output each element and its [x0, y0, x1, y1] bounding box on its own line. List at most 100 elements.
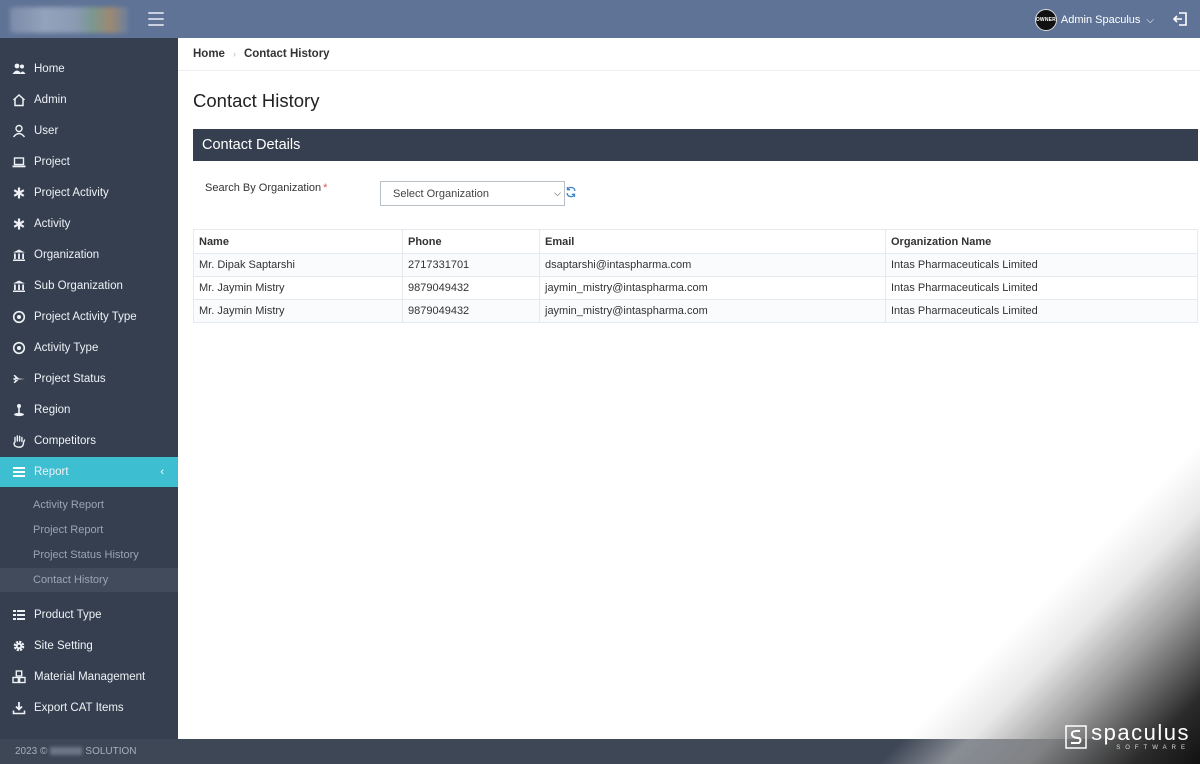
column-header-phone[interactable]: Phone	[402, 229, 540, 254]
home-icon	[12, 93, 26, 106]
main-content: Home › Contact History Contact History C…	[178, 38, 1200, 739]
cell-organization: Intas Pharmaceuticals Limited	[885, 253, 1198, 277]
sidebar-item-project-activity[interactable]: Project Activity	[0, 177, 178, 208]
redacted-company-name	[50, 747, 83, 756]
sidebar-item-label: Site Setting	[34, 639, 93, 652]
sidebar-item-activity-type[interactable]: Activity Type	[0, 332, 178, 363]
organization-select-value: Select Organization	[393, 187, 489, 200]
sidebar-item-project-activity-type[interactable]: Project Activity Type	[0, 301, 178, 332]
organization-select[interactable]: Select Organization ⌵	[380, 181, 565, 206]
sidebar-item-label: Sub Organization	[34, 279, 123, 292]
sidebar-item-label: Admin	[34, 93, 67, 106]
spaculus-logo-icon	[1065, 725, 1087, 749]
search-label: Search By Organization *	[205, 182, 327, 194]
cell-email: jaymin_mistry@intaspharma.com	[539, 299, 886, 323]
sidebar-item-competitors[interactable]: Competitors	[0, 425, 178, 456]
breadcrumb-current: Contact History	[243, 48, 330, 60]
bank-icon	[13, 249, 25, 261]
sidebar-item-export-cat-items[interactable]: Export CAT Items	[0, 692, 178, 723]
plane-icon	[13, 374, 25, 383]
page-title: Contact History	[193, 90, 320, 111]
breadcrumb: Home › Contact History	[178, 38, 1200, 71]
refresh-icon[interactable]	[565, 186, 577, 198]
users-icon	[12, 63, 26, 74]
panel-title: Contact Details	[202, 137, 301, 153]
cell-email: dsaptarshi@intaspharma.com	[539, 253, 886, 277]
breadcrumb-home-link[interactable]: Home	[193, 48, 225, 60]
list-alt-icon	[13, 609, 25, 620]
sidebar-item-sub-organization[interactable]: Sub Organization	[0, 270, 178, 301]
sidebar-item-label: Material Management	[34, 670, 146, 683]
dot-circle-icon	[12, 341, 26, 354]
sidebar: Home Admin User Project Project Activity…	[0, 38, 178, 739]
avatar: OWNER	[1034, 9, 1057, 31]
hand-icon	[13, 434, 26, 448]
user-icon	[12, 124, 26, 137]
sidebar-item-label: Project	[34, 155, 70, 168]
sidebar-item-region[interactable]: Region	[0, 394, 178, 425]
sidebar-item-label: Region	[34, 403, 71, 416]
footer: 2023 © SOLUTION	[0, 739, 1200, 764]
sidebar-subitem-contact-history[interactable]: Contact History	[0, 568, 178, 592]
cell-name: Mr. Jaymin Mistry	[193, 276, 403, 300]
asterisk-icon	[13, 187, 25, 198]
sidebar-subitem-project-report[interactable]: Project Report	[0, 518, 178, 542]
sidebar-item-label: Organization	[34, 248, 100, 261]
cell-email: jaymin_mistry@intaspharma.com	[539, 276, 886, 300]
table-row: Mr. Jaymin Mistry 9879049432 jaymin_mist…	[193, 299, 1198, 323]
panel-header: Contact Details	[193, 129, 1198, 161]
cubes-icon	[12, 669, 26, 683]
contact-table: Name Phone Email Organization Name Mr. D…	[193, 229, 1198, 323]
column-header-name[interactable]: Name	[193, 229, 403, 254]
download-icon	[12, 701, 26, 714]
sidebar-item-site-setting[interactable]: Site Setting	[0, 630, 178, 661]
sidebar-item-label: Home	[34, 62, 65, 75]
watermark-name: spaculus	[1091, 720, 1190, 745]
dot-circle-icon	[12, 310, 26, 323]
footer-copyright: 2023 © SOLUTION	[15, 746, 137, 757]
user-menu[interactable]: OWNER Admin Spaculus ⌵	[1034, 9, 1154, 31]
laptop-icon	[12, 156, 26, 167]
sidebar-item-organization[interactable]: Organization	[0, 239, 178, 270]
sidebar-item-project[interactable]: Project	[0, 146, 178, 177]
list-icon	[13, 467, 25, 477]
column-header-organization-name[interactable]: Organization Name	[885, 229, 1198, 254]
company-logo[interactable]	[10, 7, 128, 33]
menu-toggle-icon[interactable]	[148, 12, 164, 26]
bank-icon	[13, 280, 25, 292]
sidebar-item-admin[interactable]: Admin	[0, 84, 178, 115]
chevron-down-icon: ⌵	[1146, 14, 1154, 26]
region-icon	[14, 403, 24, 416]
sidebar-item-label: Project Status	[34, 372, 106, 385]
search-label-text: Search By Organization	[205, 182, 322, 194]
top-bar: OWNER Admin Spaculus ⌵	[0, 0, 1200, 38]
sidebar-item-report[interactable]: Report ‹	[0, 457, 178, 487]
sidebar-item-activity[interactable]: Activity	[0, 208, 178, 239]
table-row: Mr. Jaymin Mistry 9879049432 jaymin_mist…	[193, 276, 1198, 300]
watermark-sub: SOFTWARE	[1116, 745, 1190, 751]
cell-name: Mr. Dipak Saptarshi	[193, 253, 403, 277]
logout-icon[interactable]	[1172, 10, 1190, 28]
sidebar-subitem-activity-report[interactable]: Activity Report	[0, 493, 178, 517]
sidebar-item-user[interactable]: User	[0, 115, 178, 146]
sidebar-item-material-management[interactable]: Material Management	[0, 661, 178, 692]
sidebar-item-home[interactable]: Home	[0, 53, 178, 84]
sidebar-subitem-project-status-history[interactable]: Project Status History	[0, 543, 178, 567]
column-header-email[interactable]: Email	[539, 229, 886, 254]
sidebar-item-label: Activity	[34, 217, 71, 230]
sidebar-item-label: Project Activity Type	[34, 310, 137, 323]
cell-phone: 9879049432	[402, 299, 540, 323]
gear-icon	[13, 640, 25, 651]
table-row: Mr. Dipak Saptarshi 2717331701 dsaptarsh…	[193, 253, 1198, 277]
sidebar-item-label: User	[34, 124, 59, 137]
sidebar-item-label: Report	[34, 466, 69, 478]
sidebar-item-product-type[interactable]: Product Type	[0, 599, 178, 630]
chevron-left-icon: ‹	[160, 466, 164, 478]
footer-year: 2023 ©	[15, 746, 48, 757]
sidebar-item-project-status[interactable]: Project Status	[0, 363, 178, 394]
required-mark: *	[323, 182, 328, 194]
sidebar-item-label: Activity Type	[34, 341, 99, 354]
chevron-down-icon: ⌵	[554, 188, 561, 198]
footer-company-suffix: SOLUTION	[85, 746, 137, 757]
cell-phone: 2717331701	[402, 253, 540, 277]
